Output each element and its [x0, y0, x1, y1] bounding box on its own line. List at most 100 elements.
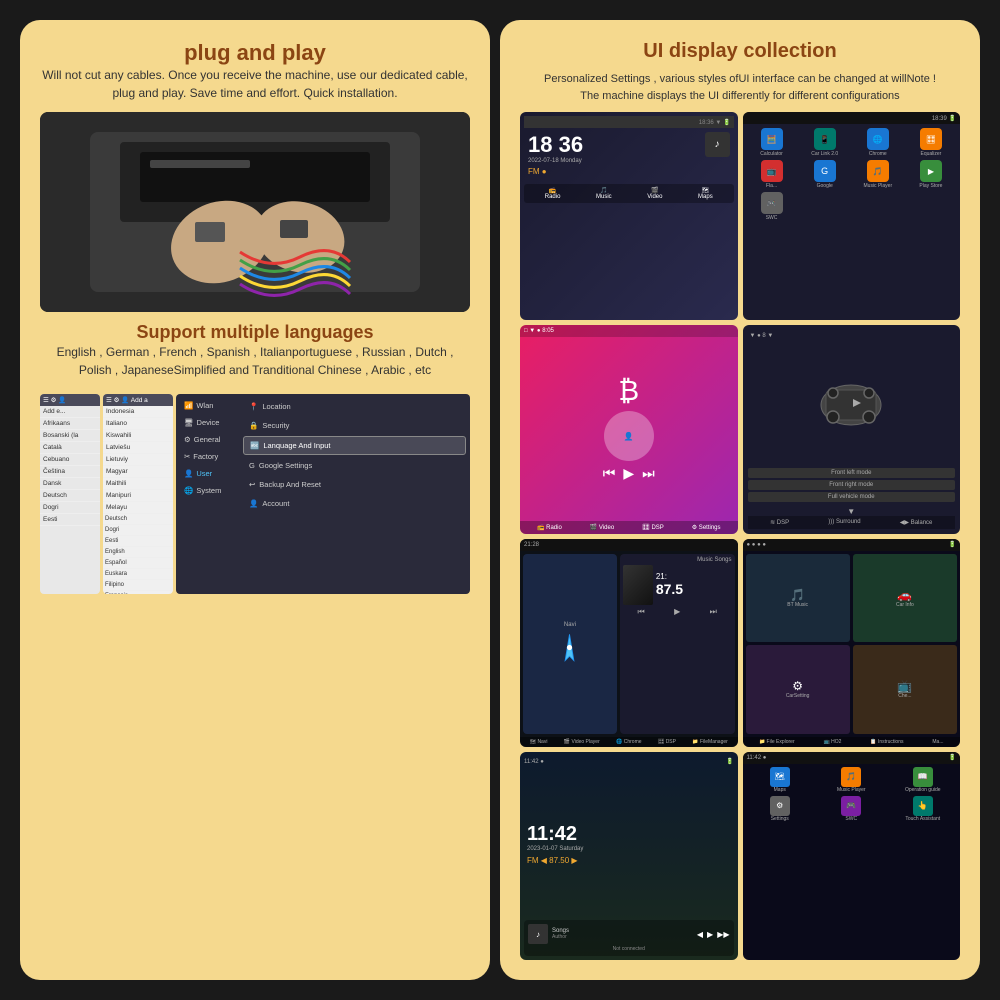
btmusic-icon-cell: 🎵 BT Music [746, 554, 850, 643]
ui-cell-bluetooth: □ ▼ ● 8:05 ₿ 👤 ⏮ ▶ ⏭ 📻 Radio [520, 325, 738, 533]
menu-security[interactable]: 🔒 Security [243, 417, 466, 434]
backup-icon: ↩ [249, 480, 255, 489]
car3d-view [748, 342, 956, 467]
chrome-btn[interactable]: 🌐 Chrome [616, 739, 641, 745]
carsetting-icon: ⚙ [792, 679, 803, 693]
car3d-status-bar: ▼ ● 8 ▼ [748, 330, 956, 342]
che-icon-cell: 📺 Che... [853, 645, 957, 734]
device-icon: 🖥 [184, 418, 194, 427]
ui-cell-apps: 18:39 🔋 🧮 Calculator 📱 Car Link 2.0 [743, 112, 961, 320]
carsetting-icon-cell: ⚙ CarSetting [746, 645, 850, 734]
home2-status-bar: 11:42 ● 🔋 [743, 752, 961, 764]
video-icon-bottom: 🎬Video [647, 187, 662, 200]
user-icon: 👤 [184, 469, 193, 478]
main-container: plug and play Will not cut any cables. O… [10, 10, 990, 990]
touchassist-app: 👆 Touch Assistant [889, 796, 958, 822]
prev-btn[interactable]: ⏮ [638, 607, 645, 617]
file-mgr-btn[interactable]: 📁 FileManager [692, 739, 727, 745]
settings-main: 📶 Wlan 🖥 Device ⚙ General ✂ Factory [176, 394, 470, 594]
menu-backup[interactable]: ↩ Backup And Reset [243, 476, 466, 493]
nav-factory[interactable]: ✂ Factory [180, 449, 240, 464]
video-nav: 🎬 Video [590, 524, 614, 531]
dsp-eq-btn[interactable]: 🎛 DSP [658, 739, 676, 745]
person-photo-mock: 👤 [624, 432, 634, 441]
bigclock-status-bar: 11:42 ● 🔋 [524, 756, 734, 768]
ui-description: Personalized Settings , various styles o… [520, 71, 960, 104]
next-icon[interactable]: ⏭ [642, 465, 655, 482]
left-panel: plug and play Will not cut any cables. O… [20, 20, 490, 980]
ui-title: UI display collection [520, 40, 960, 63]
app-icons-grid: 🧮 Calculator 📱 Car Link 2.0 🌐 Chrome [747, 128, 957, 221]
music-icon-bottom: 🎵Music [596, 187, 612, 200]
music-bottom-nav: 🗺 Navi 🎬 Video Player 🌐 Chrome 🎛 DSP 📁 F… [520, 737, 738, 747]
nav-user[interactable]: 👤 User [180, 466, 240, 481]
fm-indicator: FM ◀ 87.50 ▶ [527, 856, 731, 865]
car-image [40, 112, 470, 312]
menu-account[interactable]: 👤 Account [243, 495, 466, 512]
playstore-icon: ▶ [920, 160, 942, 182]
navi-label: Navi [564, 622, 576, 628]
clock-date: 2022-07-18 Monday [528, 158, 583, 164]
prev-icon[interactable]: ⏮ [603, 465, 616, 482]
settings-menu: 📍 Location 🔒 Security 🔤 Lanquage And Inp… [243, 398, 466, 590]
nav-general[interactable]: ⚙ General [180, 432, 240, 447]
fla-icon: 📺 [761, 160, 783, 182]
bigclock-time: 11:42 [527, 823, 731, 846]
apps-status-bar: 18:39 🔋 [743, 112, 961, 124]
next-btn[interactable]: ⏭ [710, 607, 717, 617]
author-label: Author [552, 934, 569, 940]
plug-text: Will not cut any cables. Once you receiv… [40, 66, 470, 102]
settings-mock: ☰ ⚙ 👤 Add e... Afrikaans Bosanski (la Ca… [40, 394, 470, 594]
bc-prev[interactable]: ◀ [697, 930, 703, 939]
settings-nav-icon: ⚙ Settings [692, 524, 721, 531]
menu-language-input[interactable]: 🔤 Lanquage And Input [243, 436, 466, 455]
music-album-mini: ♪ [528, 924, 548, 944]
video-player-btn[interactable]: 🎬 Video Player [564, 739, 600, 745]
menu-google[interactable]: G Google Settings [243, 457, 466, 474]
balance-label: ◀▶ Balance [900, 519, 933, 526]
ui-cell-car3d: ▼ ● 8 ▼ Front left mode [743, 325, 961, 533]
bc-next[interactable]: ▶▶ [717, 930, 729, 939]
front-right-mode[interactable]: Front right mode [748, 480, 956, 490]
nav-device[interactable]: 🖥 Device [180, 415, 240, 430]
music-note-icon: ♪ [705, 132, 730, 157]
plug-section: plug and play Will not cut any cables. O… [40, 40, 470, 102]
swc-app: 🎮 SWC [817, 796, 886, 822]
bt-circle: 👤 [604, 411, 654, 461]
navi-btn[interactable]: 🗺 Navi [530, 739, 548, 745]
bc-play[interactable]: ▶ [707, 930, 713, 939]
nav-wlan[interactable]: 📶 Wlan [180, 398, 240, 413]
dsp-label: ≋ DSP [770, 519, 789, 526]
swc-icon: 🎮 [761, 192, 783, 214]
ui-cell-clock: 18:36 ▼ 🔋 18 36 2022-07-18 Monday FM ● ♪ [520, 112, 738, 320]
plug-title: plug and play [40, 40, 470, 66]
right-panel: UI display collection Personalized Setti… [500, 20, 980, 980]
carinfo-icon: 🚗 [897, 588, 912, 602]
btmusic-icon: 🎵 [790, 588, 805, 602]
radio-icon-bottom: 📻Radio [545, 187, 561, 200]
chrome-icon: 🌐 [867, 128, 889, 150]
ui-cell-music: 21:28 Navi Music Song [520, 539, 738, 747]
bigclock-controls: ◀ ▶ ▶▶ [697, 930, 730, 939]
not-connected-label: Not connected [528, 946, 730, 952]
front-left-mode[interactable]: Front left mode [748, 468, 956, 478]
clock-mini-bar: 18:36 ▼ 🔋 [524, 116, 734, 128]
google-app-icon: G [814, 160, 836, 182]
location-icon: 📍 [249, 402, 258, 411]
nav-system[interactable]: 🌐 System [180, 483, 240, 498]
carsetting-label: CarSetting [786, 693, 810, 699]
full-vehicle-mode[interactable]: Full vehicle mode [748, 492, 956, 502]
lang-col2: ☰ ⚙ 👤 Add a Indonesia Italiano Kiswahili… [103, 394, 173, 594]
dsp-nav: 🎛 DSP [642, 524, 664, 531]
music-time: 21: [656, 572, 683, 581]
play-icon[interactable]: ▶ [623, 465, 634, 482]
play-btn[interactable]: ▶ [674, 607, 680, 617]
carinfo-label: Car Info [896, 602, 914, 608]
che-icon: 📺 [897, 679, 912, 693]
maps-icon-bottom: 🗺Maps [698, 187, 713, 200]
bluetooth-icon: ₿ [618, 375, 639, 407]
lang-text: English , German , French , Spanish , It… [40, 343, 470, 379]
menu-location[interactable]: 📍 Location [243, 398, 466, 415]
lang-col1: ☰ ⚙ 👤 Add e... Afrikaans Bosanski (la Ca… [40, 394, 100, 594]
lang-title: Support multiple languages [40, 322, 470, 343]
